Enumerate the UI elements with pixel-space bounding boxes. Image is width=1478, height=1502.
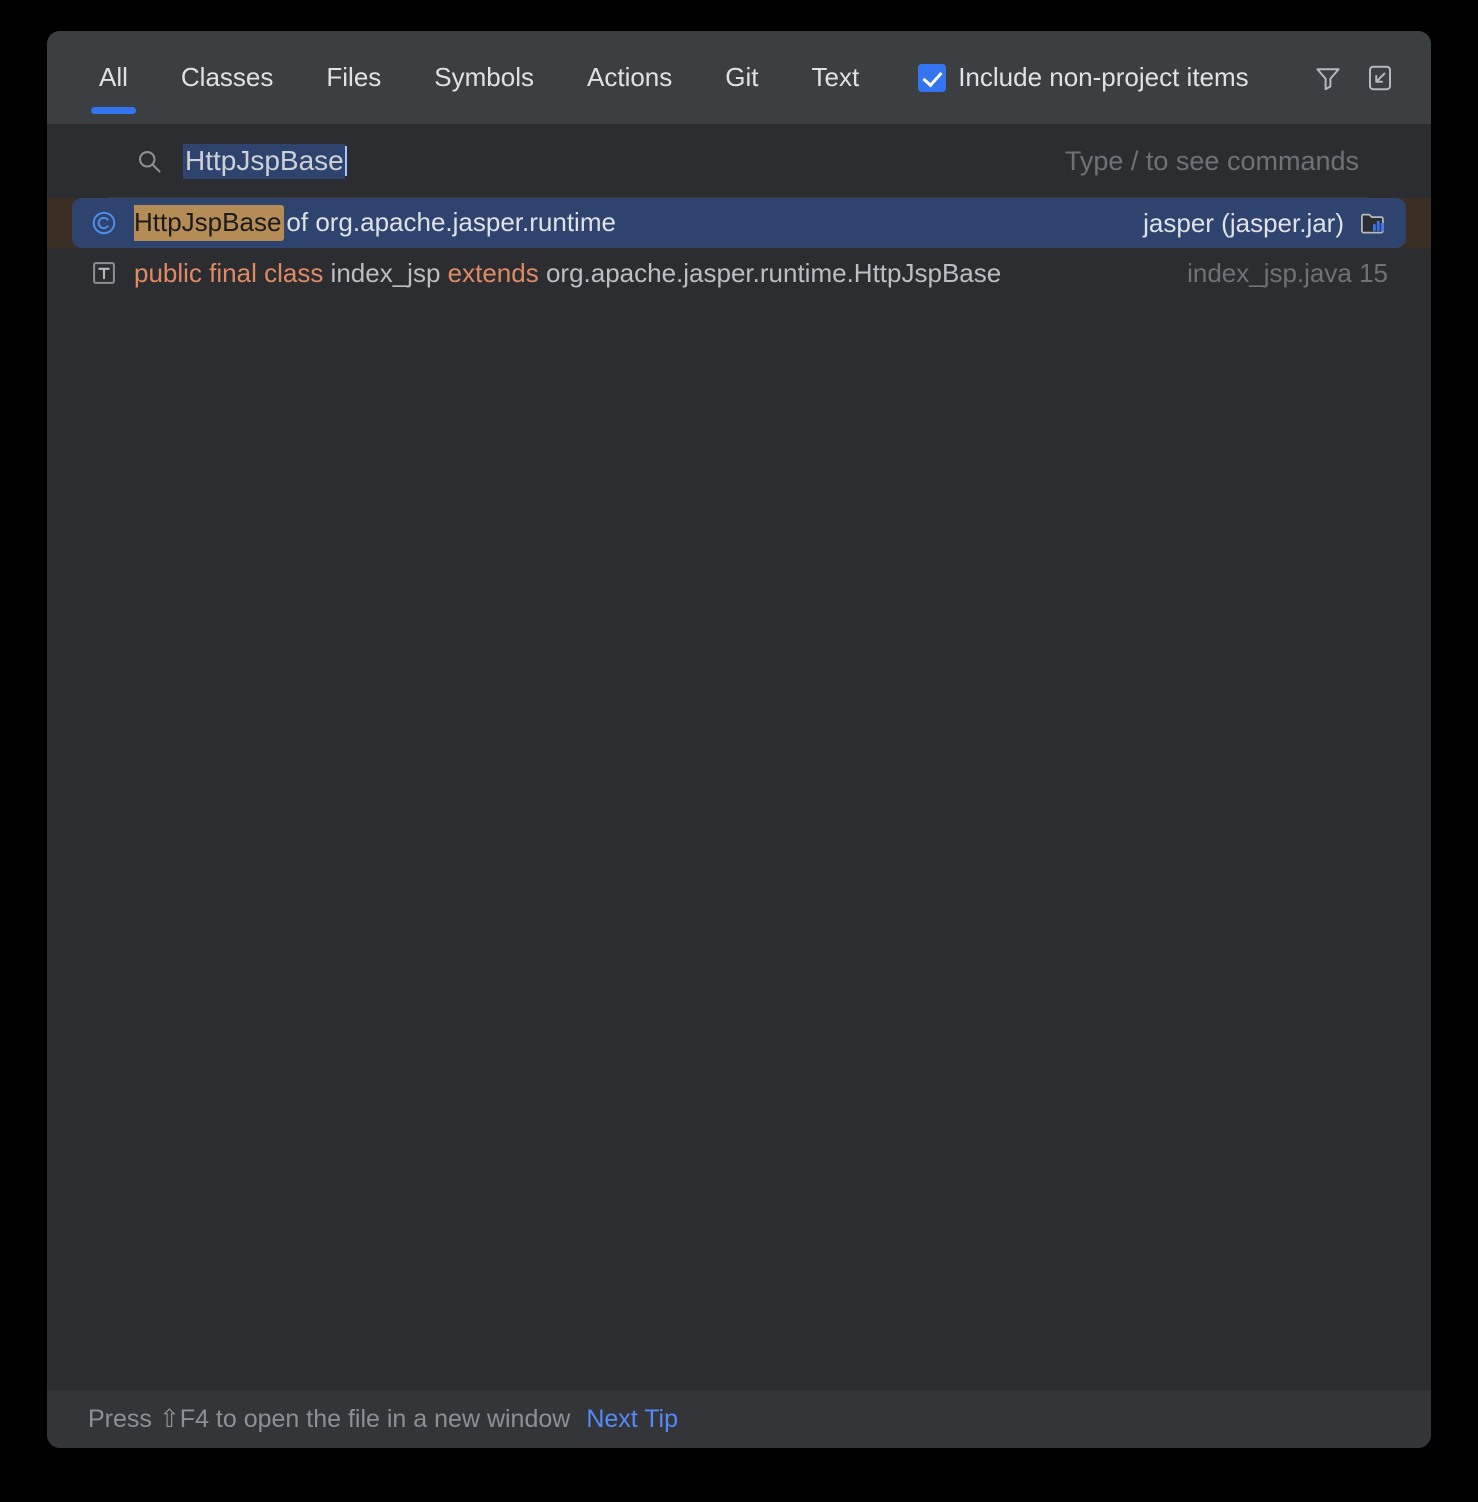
include-non-project-items-label: Include non-project items [958, 62, 1248, 93]
search-row[interactable]: HttpJspBase Type / to see commands [47, 124, 1431, 198]
header-icon-group [1313, 31, 1395, 124]
snippet-superclass: org.apache.jasper.runtime.HttpJspBase [546, 258, 1001, 289]
result-file-label: index_jsp.java 15 [1187, 258, 1388, 289]
result-text-snippet: public final class index_jsp extends org… [134, 258, 1001, 289]
tab-all-label: All [99, 62, 128, 92]
java-class-icon [90, 209, 118, 237]
tab-text[interactable]: Text [812, 31, 860, 124]
tab-git[interactable]: Git [725, 31, 758, 124]
include-non-project-items-checkbox[interactable]: Include non-project items [918, 62, 1248, 93]
search-everywhere-dialog: All Classes Files Symbols Actions Git Te… [47, 31, 1431, 1448]
result-text-location: index_jsp.java 15 [1163, 258, 1388, 289]
tab-files[interactable]: Files [326, 31, 381, 124]
tab-classes[interactable]: Classes [181, 31, 273, 124]
snippet-identifier: index_jsp [331, 258, 441, 289]
tab-all[interactable]: All [99, 31, 128, 124]
tab-git-label: Git [725, 62, 758, 92]
result-class-text: HttpJspBase of org.apache.jasper.runtime [134, 205, 616, 241]
tab-symbols-label: Symbols [434, 62, 534, 92]
text-result-icon [90, 259, 118, 287]
result-match-highlight: HttpJspBase [134, 205, 284, 241]
result-row-text[interactable]: public final class index_jsp extends org… [47, 248, 1431, 298]
tab-active-indicator [91, 107, 136, 114]
dialog-header: All Classes Files Symbols Actions Git Te… [47, 31, 1431, 124]
tab-actions[interactable]: Actions [587, 31, 672, 124]
tab-classes-label: Classes [181, 62, 273, 92]
search-icon [135, 147, 163, 175]
result-row-class[interactable]: HttpJspBase of org.apache.jasper.runtime… [47, 198, 1431, 248]
snippet-keyword-1: public final class [134, 258, 323, 289]
footer-tip-text: Press ⇧F4 to open the file in a new wind… [88, 1404, 570, 1434]
library-folder-icon [1358, 209, 1388, 237]
snippet-keyword-2: extends [448, 258, 539, 289]
tab-actions-label: Actions [587, 62, 672, 92]
next-tip-link[interactable]: Next Tip [586, 1405, 678, 1434]
result-class-qualifier: of org.apache.jasper.runtime [286, 207, 616, 238]
result-library-label: jasper (jasper.jar) [1143, 208, 1344, 239]
text-caret [345, 146, 347, 176]
tab-symbols[interactable]: Symbols [434, 31, 534, 124]
dialog-footer: Press ⇧F4 to open the file in a new wind… [47, 1389, 1431, 1448]
tab-text-label: Text [812, 62, 860, 92]
dock-arrow-icon[interactable] [1365, 63, 1395, 93]
filter-funnel-icon[interactable] [1313, 63, 1343, 93]
tab-files-label: Files [326, 62, 381, 92]
checkbox-box[interactable] [918, 64, 946, 92]
search-input-value[interactable]: HttpJspBase [183, 144, 345, 179]
results-list: HttpJspBase of org.apache.jasper.runtime… [47, 198, 1431, 1389]
search-commands-hint: Type / to see commands [1065, 146, 1359, 177]
result-class-location: jasper (jasper.jar) [1119, 208, 1388, 239]
